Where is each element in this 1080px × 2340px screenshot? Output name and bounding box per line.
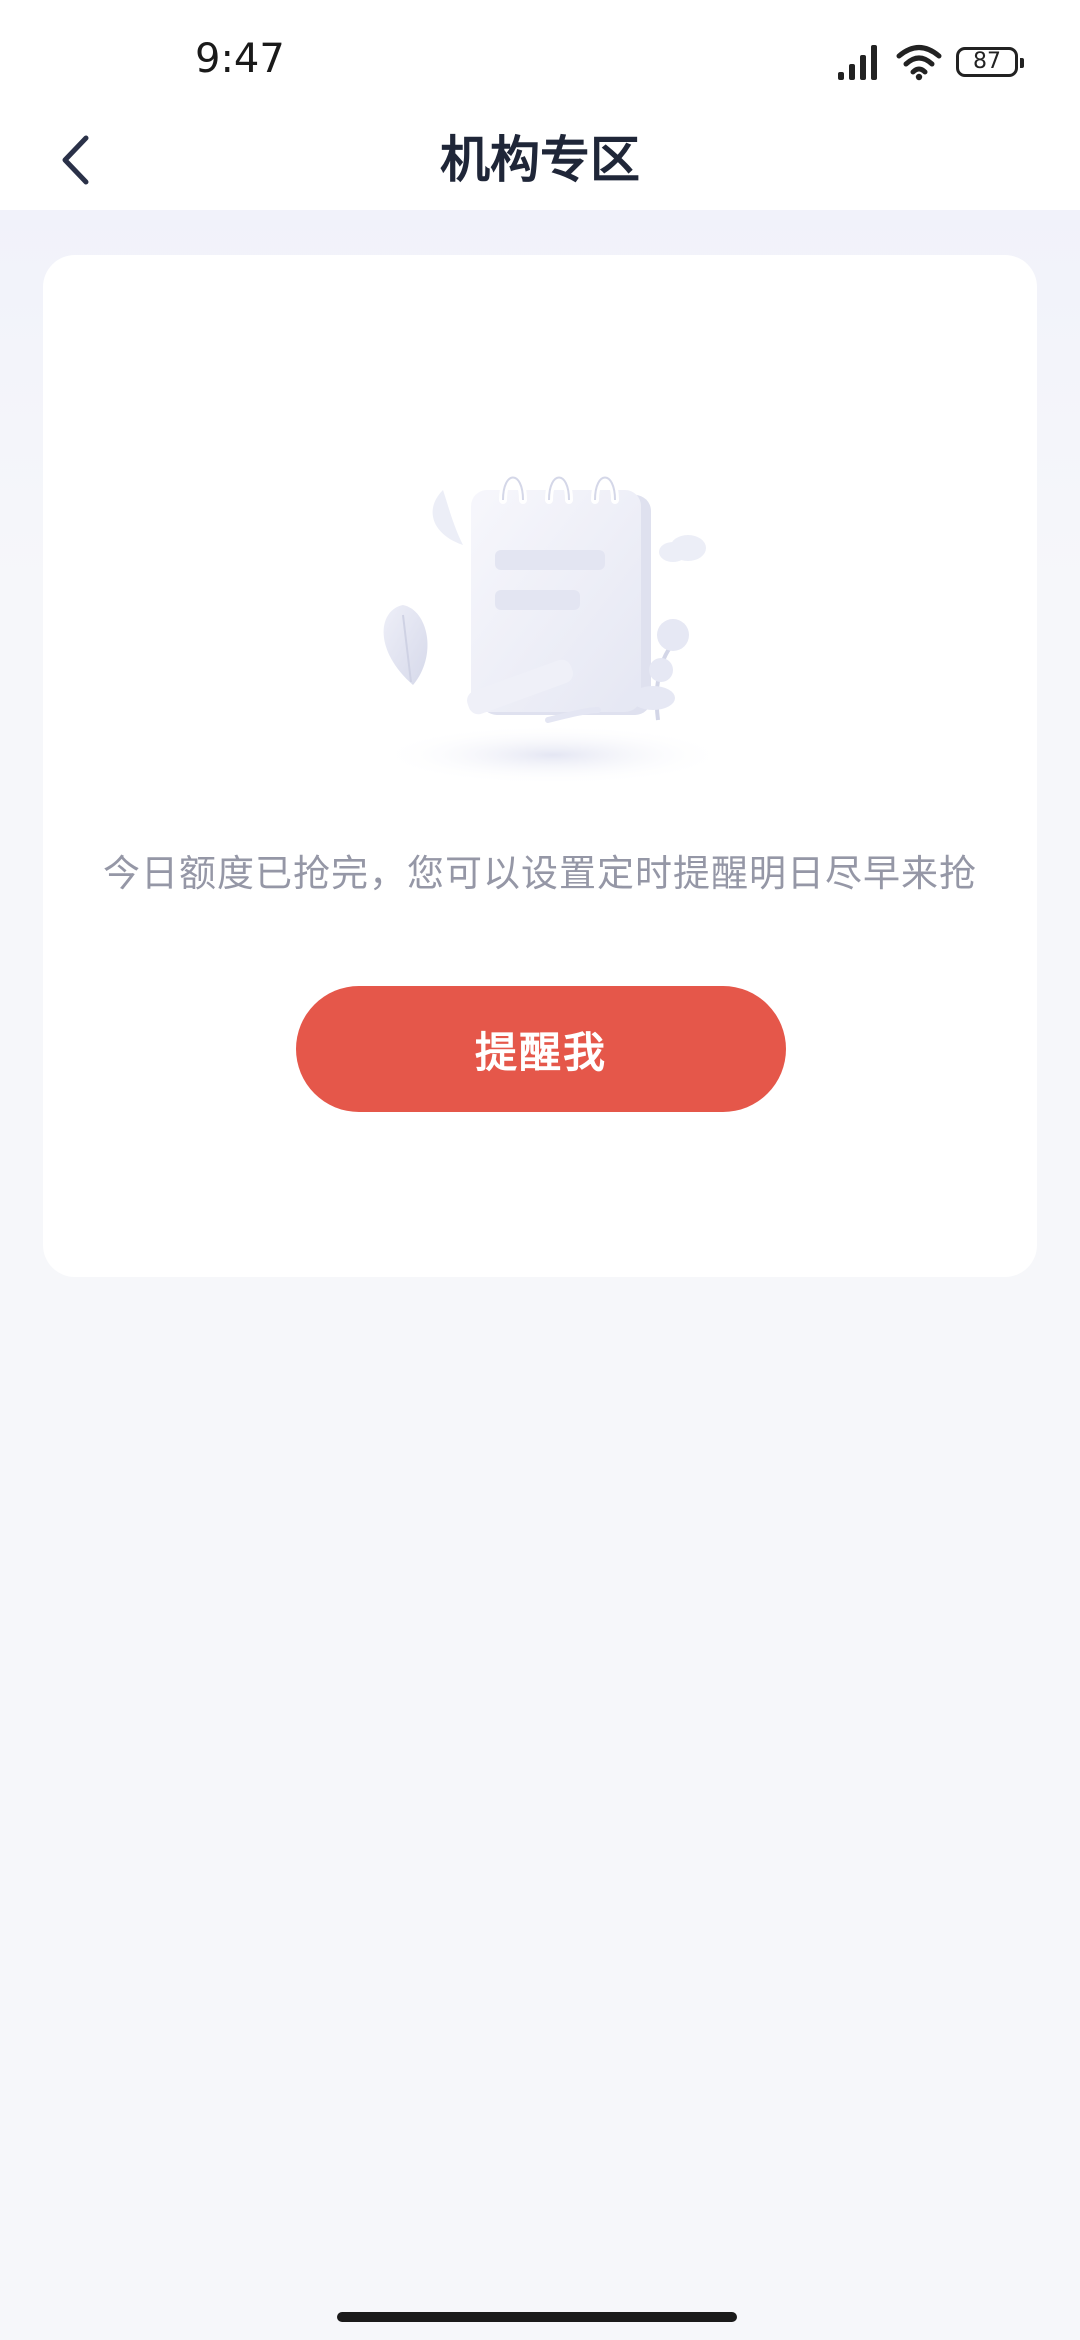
page-title: 机构专区 [440, 131, 640, 189]
status-time: 9:47 [195, 36, 285, 82]
status-icons: 87 [836, 40, 1024, 84]
battery-icon: 87 [956, 47, 1024, 77]
empty-state-card: 今日额度已抢完，您可以设置定时提醒明日尽早来抢 提醒我 [43, 255, 1037, 1277]
status-bar: 9:47 87 [0, 0, 1080, 110]
empty-notepad-illustration [378, 473, 728, 785]
remind-me-button[interactable]: 提醒我 [296, 986, 786, 1112]
nav-bar: 机构专区 [0, 110, 1080, 210]
signal-icon [838, 45, 877, 80]
home-indicator[interactable] [337, 2312, 737, 2322]
app-screen: 9:47 87 机构专区 今日额度已抢完，您可以设置定时提醒明日尽早来抢 提醒我 [0, 0, 1080, 2340]
empty-state-message: 今日额度已抢完，您可以设置定时提醒明日尽早来抢 [103, 852, 977, 895]
wifi-icon [896, 45, 942, 81]
battery-level: 87 [973, 49, 1001, 74]
